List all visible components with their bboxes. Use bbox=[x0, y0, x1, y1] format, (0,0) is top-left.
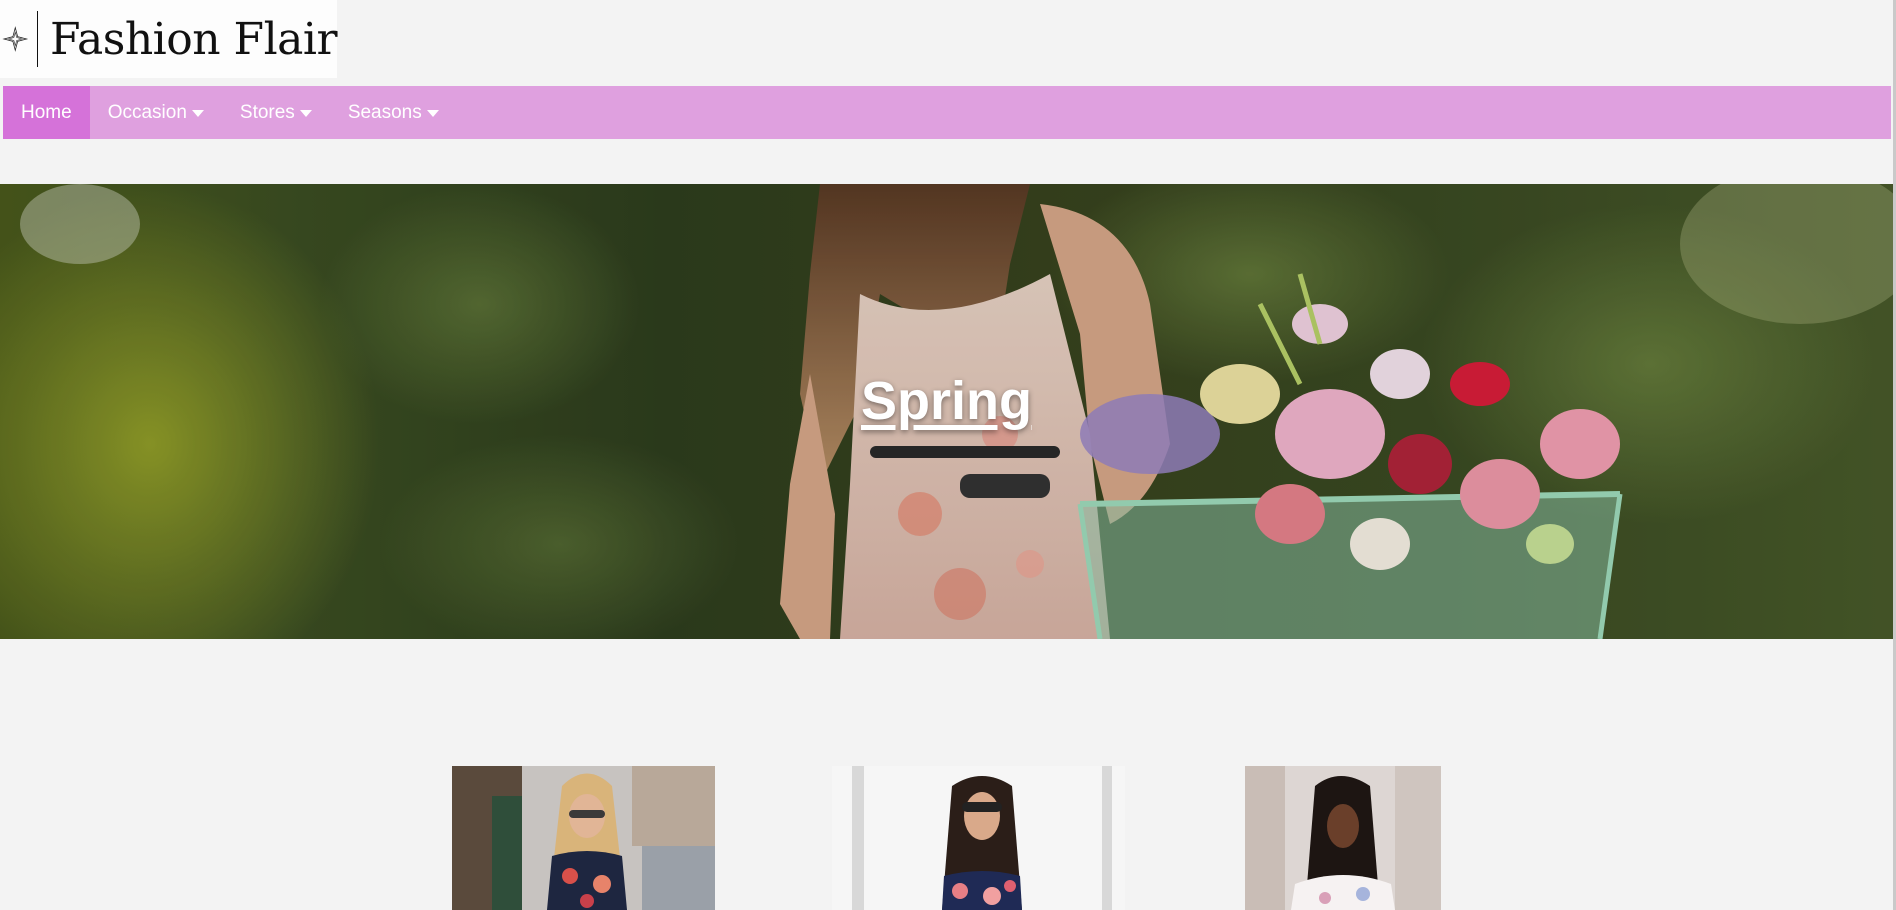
gallery-item-1[interactable] bbox=[452, 766, 715, 910]
gallery-photo bbox=[832, 766, 1125, 910]
main-nav: Home Occasion Stores Seasons bbox=[3, 86, 1891, 139]
gallery-photo bbox=[452, 766, 715, 910]
gallery-photo bbox=[1245, 766, 1441, 910]
nav-home[interactable]: Home bbox=[3, 86, 90, 139]
nav-stores-label: Stores bbox=[239, 101, 295, 123]
logo-divider bbox=[36, 11, 38, 67]
caret-down-icon bbox=[426, 110, 439, 117]
four-point-star-icon bbox=[2, 26, 29, 52]
gallery-item-2[interactable] bbox=[832, 766, 1125, 910]
brand-name: Fashion Flair bbox=[49, 13, 338, 65]
caret-down-icon bbox=[191, 110, 204, 117]
nav-stores-dropdown[interactable]: Stores bbox=[222, 86, 330, 139]
caret-down-icon bbox=[299, 110, 312, 117]
gallery-item-3[interactable] bbox=[1245, 766, 1441, 910]
nav-occasion-label: Occasion bbox=[107, 101, 187, 123]
hero-title-link[interactable]: Spring bbox=[0, 370, 1893, 432]
hero-banner: Spring bbox=[0, 184, 1893, 639]
nav-seasons-label: Seasons bbox=[347, 101, 422, 123]
nav-seasons-dropdown[interactable]: Seasons bbox=[330, 86, 457, 139]
nav-occasion-dropdown[interactable]: Occasion bbox=[90, 86, 222, 139]
nav-home-label: Home bbox=[21, 101, 72, 123]
site-logo[interactable]: Fashion Flair bbox=[0, 0, 338, 78]
